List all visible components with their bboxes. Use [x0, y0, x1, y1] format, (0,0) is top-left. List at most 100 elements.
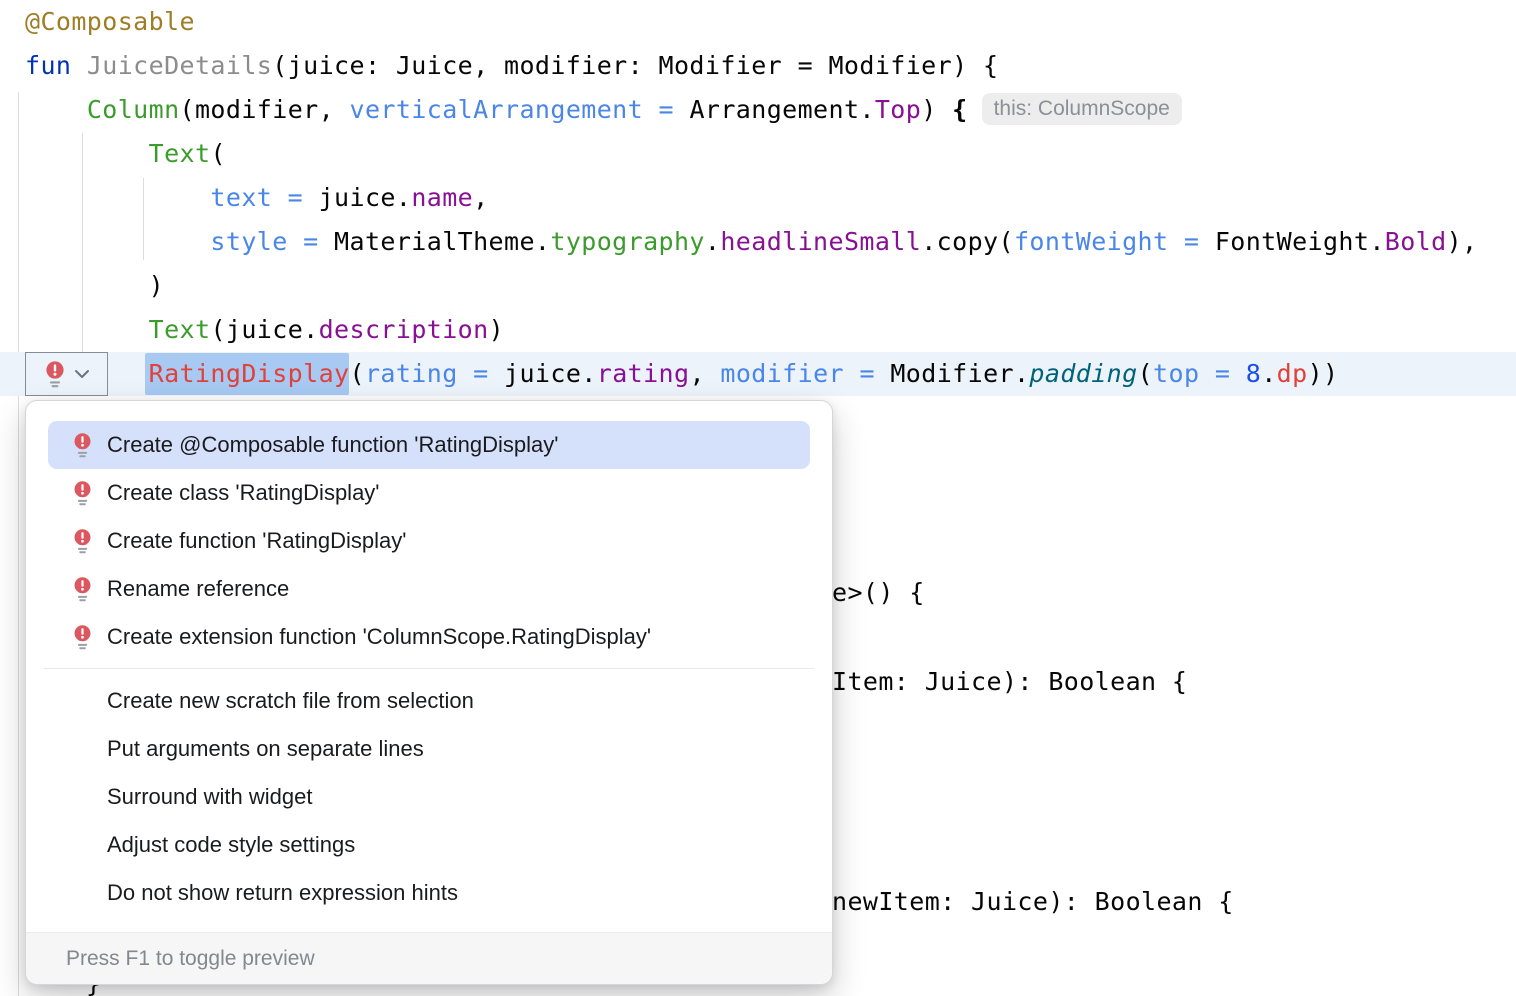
- code-token: =: [844, 359, 890, 388]
- menu-item-label: Create @Composable function 'RatingDispl…: [107, 432, 558, 458]
- code-token: 8: [1246, 359, 1261, 388]
- code-token: .copy(: [921, 227, 1014, 256]
- code-token: Bold: [1385, 227, 1447, 256]
- intention-action-item[interactable]: Create new scratch file from selection: [48, 677, 810, 725]
- menu-separator: [44, 668, 814, 669]
- code-token: Text: [149, 139, 211, 168]
- code-token: text: [210, 183, 272, 212]
- code-token: =: [1199, 359, 1245, 388]
- code-fragment: Item: Juice): Boolean {: [832, 660, 1187, 704]
- code-token: [25, 227, 210, 256]
- intention-action-item[interactable]: Rename reference: [48, 565, 810, 613]
- menu-item-label: Create extension function 'ColumnScope.R…: [107, 624, 651, 650]
- code-line: Text(: [0, 132, 1478, 176]
- intention-action-item[interactable]: Create function 'RatingDisplay': [48, 517, 810, 565]
- code-token: juice.: [504, 359, 597, 388]
- code-token: ,: [473, 183, 488, 212]
- error-lightbulb-icon: [70, 480, 94, 506]
- code-token: ,: [689, 359, 720, 388]
- code-token: =: [643, 95, 689, 124]
- chevron-down-icon: [74, 369, 90, 379]
- error-lightbulb-icon: [44, 360, 66, 388]
- code-token: [25, 315, 149, 344]
- code-line: style = MaterialTheme.typography.headlin…: [0, 220, 1478, 264]
- code-token: {: [952, 95, 967, 124]
- code-token: [25, 139, 149, 168]
- intention-action-item[interactable]: Put arguments on separate lines: [48, 725, 810, 773]
- intention-bulb-button[interactable]: [25, 352, 108, 396]
- code-token: [25, 95, 87, 124]
- code-token: Text: [149, 315, 211, 344]
- code-token: ): [489, 315, 504, 344]
- code-fragment: newItem: Juice): Boolean {: [832, 880, 1234, 924]
- code-token: padding: [1029, 359, 1137, 388]
- code-token: =: [458, 359, 504, 388]
- intention-action-item[interactable]: Surround with widget: [48, 773, 810, 821]
- error-lightbulb-icon: [70, 432, 94, 458]
- code-token: )): [1308, 359, 1339, 388]
- menu-item-label: Rename reference: [107, 576, 289, 602]
- editor-window: @Composable fun JuiceDetails(juice: Juice…: [0, 0, 1516, 996]
- intention-action-item[interactable]: Create class 'RatingDisplay': [48, 469, 810, 517]
- code-token: [25, 183, 210, 212]
- code-line: fun JuiceDetails(juice: Juice, modifier:…: [0, 44, 1478, 88]
- code-line: RatingDisplay(rating = juice.rating, mod…: [0, 352, 1478, 396]
- intention-action-item[interactable]: Create extension function 'ColumnScope.R…: [48, 613, 810, 661]
- error-lightbulb-icon: [70, 528, 94, 554]
- columnscope-hint-pill: this: ColumnScope: [982, 93, 1182, 125]
- code-token: description: [319, 315, 489, 344]
- code-token: FontWeight.: [1215, 227, 1385, 256]
- code-token: modifier: [720, 359, 844, 388]
- code-token: .: [1261, 359, 1276, 388]
- menu-item-label: Adjust code style settings: [107, 832, 355, 858]
- code-token: verticalArrangement: [350, 95, 644, 124]
- code-token: rating: [597, 359, 690, 388]
- menu-item-label: Create function 'RatingDisplay': [107, 528, 406, 554]
- intention-action-item[interactable]: Adjust code style settings: [48, 821, 810, 869]
- code-token: =: [288, 227, 334, 256]
- code-fragment: e>() {: [832, 571, 925, 615]
- code-token: (juice: Juice, modifier: Modifier = Modi…: [272, 51, 998, 80]
- code-token: @Composable: [25, 7, 195, 36]
- menu-item-label: Create new scratch file from selection: [107, 688, 474, 714]
- code-lines: @Composable fun JuiceDetails(juice: Juice…: [0, 0, 1478, 396]
- code-line: @Composable: [0, 0, 1478, 44]
- footer-hint-text: Press F1 to toggle preview: [66, 947, 315, 971]
- code-token: style: [210, 227, 287, 256]
- code-line: Column(modifier, verticalArrangement = A…: [0, 88, 1478, 132]
- code-token: headlineSmall: [720, 227, 921, 256]
- code-token: fun: [25, 51, 87, 80]
- code-token: Top: [875, 95, 921, 124]
- menu-item-label: Create class 'RatingDisplay': [107, 480, 380, 506]
- code-token: ): [25, 271, 164, 300]
- code-line: ): [0, 264, 1478, 308]
- popup-footer: Press F1 to toggle preview: [26, 932, 832, 984]
- code-token: rating: [365, 359, 458, 388]
- code-token: typography: [550, 227, 705, 256]
- code-token: RatingDisplay: [149, 359, 350, 388]
- code-token: =: [1168, 227, 1214, 256]
- code-line: Text(juice.description): [0, 308, 1478, 352]
- code-token: (: [1138, 359, 1153, 388]
- menu-item-label: Put arguments on separate lines: [107, 736, 424, 762]
- code-token: Column: [87, 95, 180, 124]
- code-token: top: [1153, 359, 1199, 388]
- menu-item-label: Surround with widget: [107, 784, 312, 810]
- code-token: juice.: [319, 183, 412, 212]
- code-token: =: [272, 183, 318, 212]
- code-token: JuiceDetails: [87, 51, 272, 80]
- intention-action-item[interactable]: Do not show return expression hints: [48, 869, 810, 917]
- intention-actions-list: Create @Composable function 'RatingDispl…: [26, 401, 832, 917]
- code-token: MaterialTheme.: [334, 227, 550, 256]
- code-token: ),: [1447, 227, 1478, 256]
- code-token: Modifier.: [890, 359, 1029, 388]
- intention-action-item[interactable]: Create @Composable function 'RatingDispl…: [48, 421, 810, 469]
- code-token: .: [705, 227, 720, 256]
- code-token: (: [350, 359, 365, 388]
- code-token: fontWeight: [1014, 227, 1169, 256]
- code-token: ): [921, 95, 952, 124]
- intention-actions-popup: Create @Composable function 'RatingDispl…: [25, 400, 833, 985]
- code-token: dp: [1277, 359, 1308, 388]
- code-token: (: [210, 139, 225, 168]
- code-token: (juice.: [210, 315, 318, 344]
